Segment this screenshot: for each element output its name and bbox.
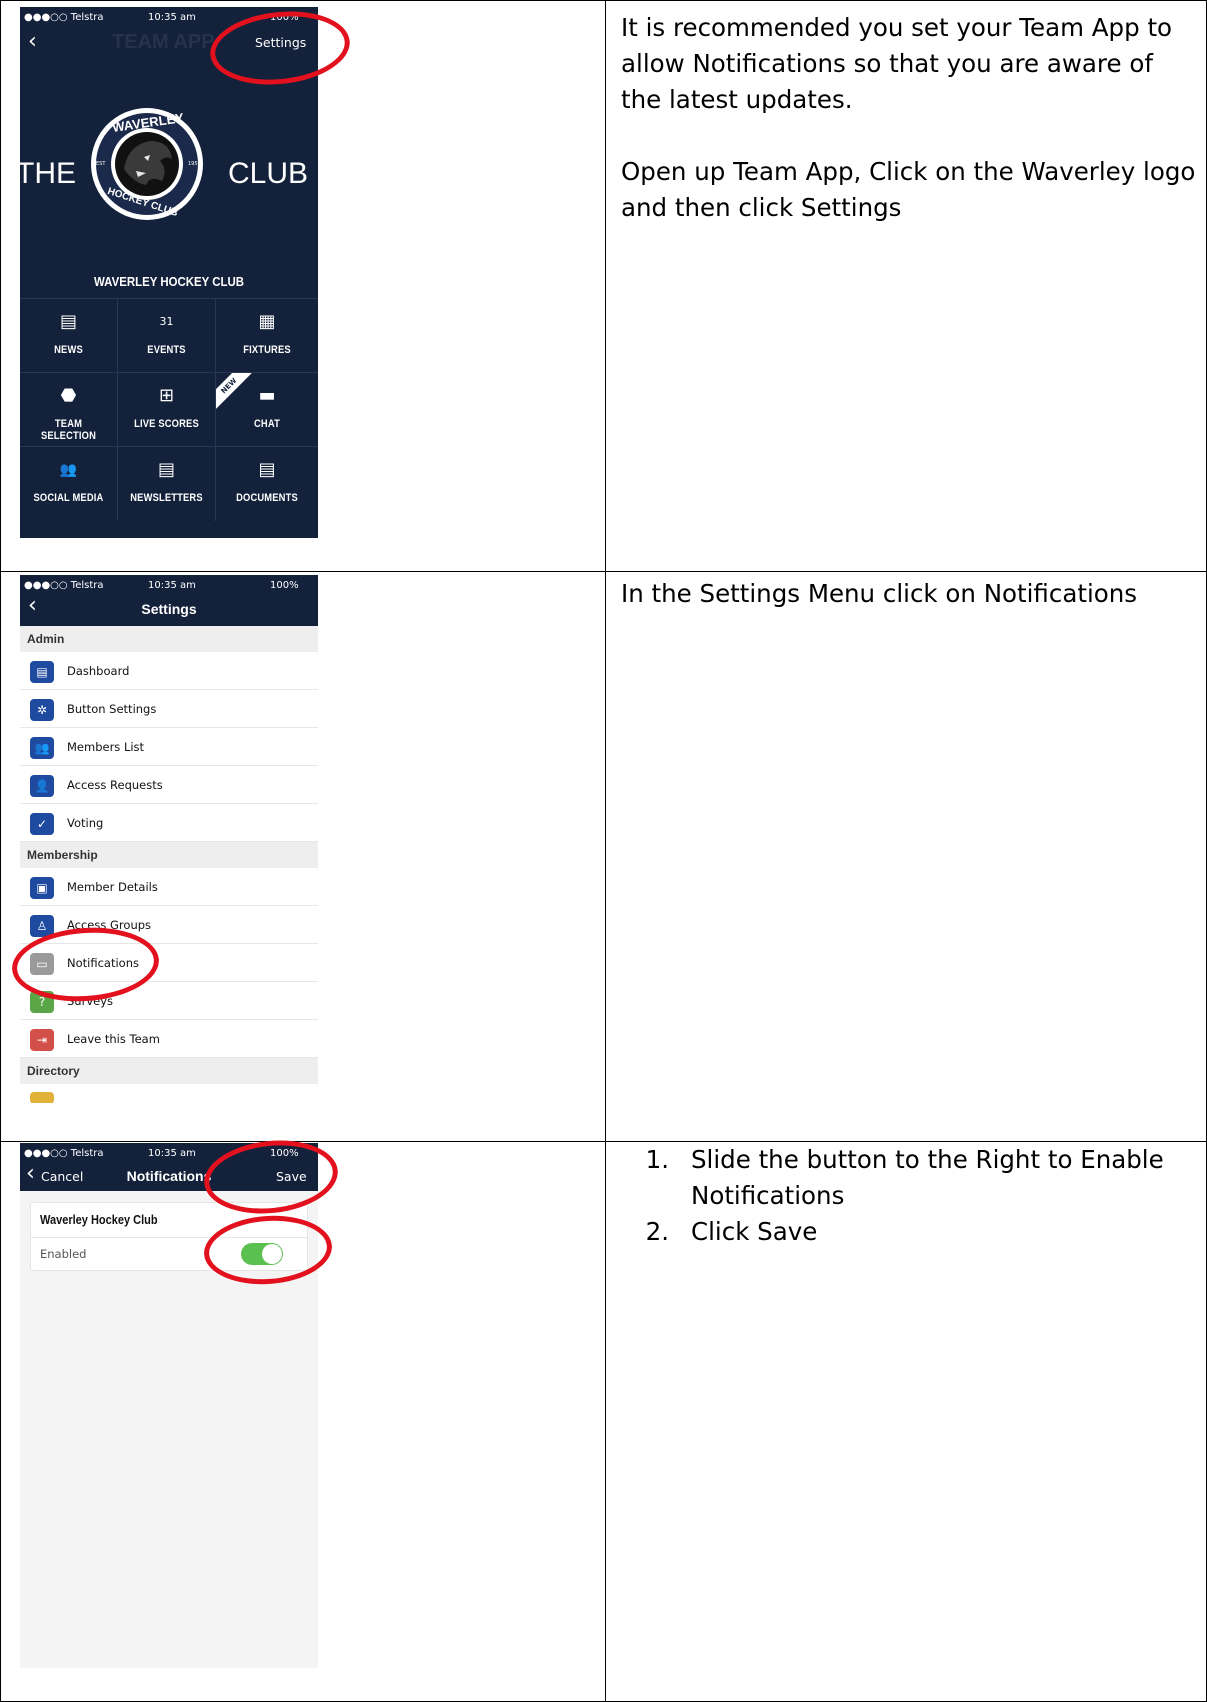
section-label: Admin: [27, 632, 65, 646]
step-number: 1.: [645, 1145, 669, 1174]
step-item: 2. Click Save: [621, 1214, 1196, 1250]
settings-item-voting[interactable]: ✓ Voting: [20, 804, 318, 842]
tile-team-selection[interactable]: ⬣ TEAM SELECTION: [20, 373, 118, 447]
step-number: 2.: [645, 1217, 669, 1246]
item-label: Button Settings: [67, 702, 157, 716]
tile-label: EVENTS: [147, 344, 186, 356]
settings-item-button-settings[interactable]: ✲ Button Settings: [20, 690, 318, 728]
row1-instructions: It is recommended you set your Team App …: [621, 10, 1196, 226]
tile-label: FIXTURES: [243, 344, 291, 356]
tile-label: DOCUMENTS: [236, 492, 298, 504]
time-label: 10:35 am: [148, 12, 196, 23]
step-item: 1. Slide the button to the Right to Enab…: [621, 1142, 1196, 1214]
tile-label: TEAM SELECTION: [40, 418, 97, 442]
row3-steps: 1. Slide the button to the Right to Enab…: [621, 1142, 1196, 1250]
tile-newsletters[interactable]: ▤ NEWSLETTERS: [118, 447, 216, 521]
row2-instructions: In the Settings Menu click on Notificati…: [621, 576, 1196, 612]
club-name: WAVERLEY HOCKEY CLUB: [93, 274, 245, 289]
members-icon: 👥: [30, 737, 54, 759]
shield-icon: ⬣: [60, 385, 77, 406]
item-label: Voting: [67, 816, 104, 830]
dashboard-icon: ▤: [30, 661, 54, 683]
tile-label: CHAT: [254, 418, 280, 430]
section-header-directory: Directory: [20, 1058, 318, 1084]
calendar-icon: 31: [159, 315, 174, 328]
section-label: Membership: [27, 848, 98, 862]
item-label: Member Details: [67, 880, 158, 894]
tile-label: NEWSLETTERS: [130, 492, 203, 504]
section-label: Directory: [27, 1064, 80, 1078]
column-divider: [605, 0, 606, 1702]
step-text: Slide the button to the Right to Enable …: [691, 1145, 1164, 1210]
instruction-text: Open up Team App, Click on the Waverley …: [621, 157, 1196, 222]
time-label: 10:35 am: [148, 1148, 196, 1159]
tile-social-media[interactable]: 👥 SOCIAL MEDIA: [20, 447, 118, 521]
settings-item-dashboard[interactable]: ▤ Dashboard: [20, 652, 318, 690]
carrier-label: ●●●○○ Telstra: [24, 580, 104, 591]
settings-nav-bar: ●●●○○ Telstra 10:35 am 100% ‹ Settings: [20, 575, 318, 626]
leave-icon: ⇥: [30, 1029, 54, 1051]
tile-news[interactable]: ▤ NEWS: [20, 299, 118, 373]
enabled-label: Enabled: [40, 1247, 87, 1261]
item-label: Members List: [67, 740, 145, 754]
row-divider-1: [0, 571, 1207, 572]
settings-screenshot: ●●●○○ Telstra 10:35 am 100% ‹ Settings A…: [20, 575, 318, 1103]
tile-documents[interactable]: ▤ DOCUMENTS: [216, 447, 318, 521]
voting-icon: ✓: [30, 813, 54, 835]
directory-item-icon: [30, 1092, 54, 1103]
people-icon: 👥: [59, 462, 78, 478]
status-bar: ●●●○○ Telstra 10:35 am 100%: [20, 575, 318, 597]
carrier-label: ●●●○○ Telstra: [24, 1148, 104, 1159]
settings-item-member-details[interactable]: ▣ Member Details: [20, 868, 318, 906]
banner-right-text: CLUB: [228, 157, 309, 190]
tile-label: SOCIAL MEDIA: [33, 492, 104, 504]
carrier-label: ●●●○○ Telstra: [24, 12, 104, 23]
item-label: Dashboard: [67, 664, 130, 678]
table-border-top: [0, 0, 1207, 1]
item-label: Access Requests: [67, 778, 163, 792]
news-icon: ▤: [59, 311, 77, 332]
settings-title: Settings: [141, 601, 197, 617]
tile-live-scores[interactable]: ⊞ LIVE SCORES: [118, 373, 216, 447]
back-chevron-icon[interactable]: ‹: [28, 29, 37, 54]
document-icon: ▤: [258, 459, 276, 480]
step-text: Click Save: [691, 1217, 818, 1246]
newsletter-icon: ▤: [157, 459, 175, 480]
time-label: 10:35 am: [148, 580, 196, 591]
club-name: Waverley Hockey Club: [40, 1213, 158, 1227]
id-card-icon: ▣: [30, 877, 54, 899]
instruction-text: In the Settings Menu click on Notificati…: [621, 579, 1138, 608]
tile-chat[interactable]: NEW ▬ CHAT: [216, 373, 318, 447]
scoreboard-icon: ⊞: [158, 385, 175, 406]
item-label: Leave this Team: [67, 1032, 160, 1046]
team-app-watermark: TEAM APP: [112, 31, 215, 53]
club-logo[interactable]: WAVERLEY HOCKEY CLUB EST 1958: [88, 105, 206, 223]
logo-est-text: EST: [96, 161, 106, 167]
logo-year-text: 1958: [188, 161, 201, 167]
tile-label: LIVE SCORES: [134, 418, 199, 430]
settings-item-access-requests[interactable]: 👤 Access Requests: [20, 766, 318, 804]
home-screenshot: ●●●○○ Telstra 10:35 am 100% ‹ TEAM APP S…: [20, 7, 318, 538]
section-header-membership: Membership: [20, 842, 318, 868]
gear-icon: ✲: [30, 699, 54, 721]
banner-left-text: THE: [20, 157, 76, 190]
instruction-text: It is recommended you set your Team App …: [621, 13, 1173, 114]
tile-label: NEWS: [54, 344, 83, 356]
settings-item-members-list[interactable]: 👥 Members List: [20, 728, 318, 766]
fixtures-icon: ▦: [258, 311, 276, 332]
table-border-left: [0, 0, 1, 1702]
chat-icon: ▬: [258, 385, 276, 406]
battery-label: 100%: [270, 580, 299, 591]
settings-item-leave-team[interactable]: ⇥ Leave this Team: [20, 1020, 318, 1058]
tile-fixtures[interactable]: ▦ FIXTURES: [216, 299, 318, 373]
tile-events[interactable]: 31 EVENTS: [118, 299, 216, 373]
section-header-admin: Admin: [20, 626, 318, 652]
access-request-icon: 👤: [30, 775, 54, 797]
